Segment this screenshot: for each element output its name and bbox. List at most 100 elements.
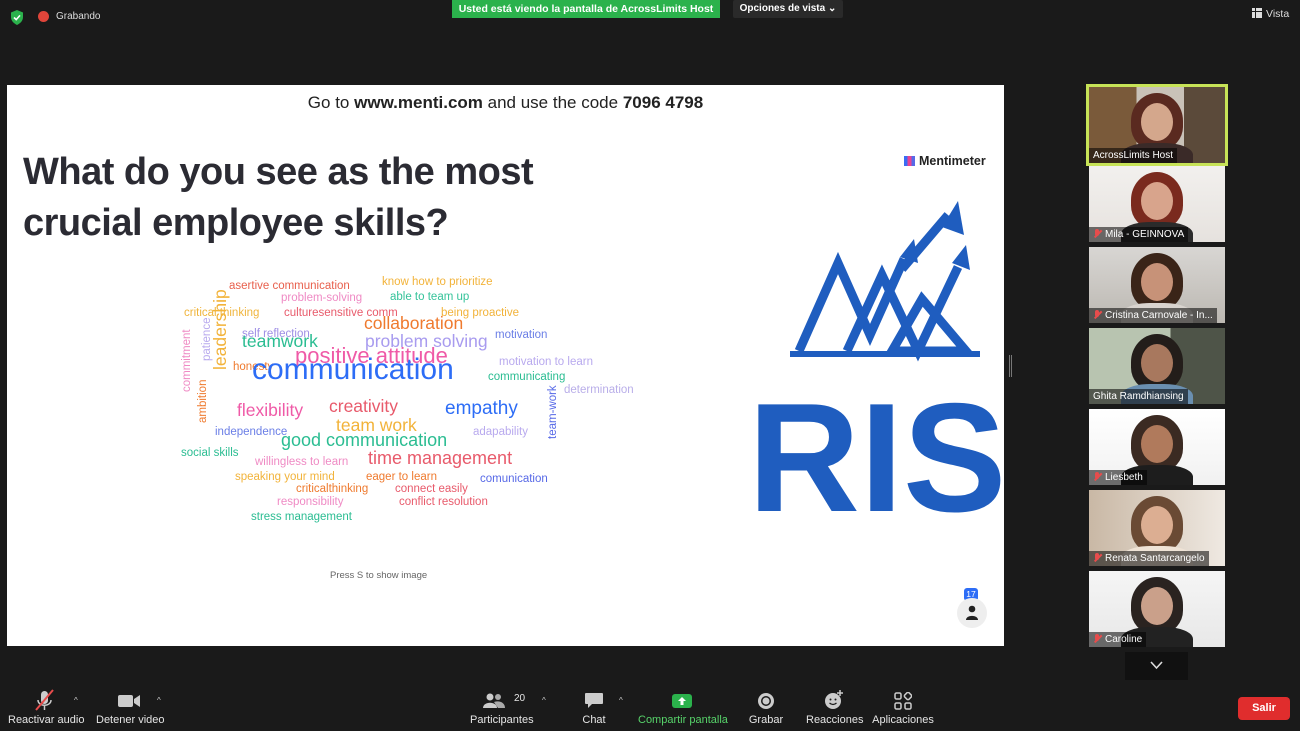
- record-icon: [758, 693, 774, 709]
- participant-tile[interactable]: Ghita Ramdhiansing: [1089, 328, 1225, 404]
- join-code: 7096 4798: [622, 93, 704, 112]
- participants-count: 20: [514, 693, 526, 704]
- participant-face: [1141, 506, 1173, 544]
- video-options-caret[interactable]: ^: [157, 696, 161, 705]
- meeting-toolbar: Reactivar audio ^ Detener video ^ 20 Par…: [0, 684, 1300, 731]
- reactions-icon: [825, 690, 843, 709]
- participant-name: AcrossLimits Host: [1093, 150, 1174, 161]
- word-cloud-word: asertive communication: [229, 279, 350, 292]
- apps-icon: [894, 691, 913, 710]
- word-cloud-word: social skills: [181, 446, 239, 459]
- microphone-muted-icon: [35, 689, 54, 711]
- shared-screen[interactable]: Go to www.menti.com and use the code 709…: [7, 85, 1004, 646]
- participant-tile[interactable]: Caroline: [1089, 571, 1225, 647]
- participant-tile[interactable]: Liesbeth: [1089, 409, 1225, 485]
- chevron-down-icon: ⌄: [827, 3, 837, 14]
- participant-tile[interactable]: Mila - GEINNOVA: [1089, 166, 1225, 242]
- video-camera-icon: [118, 695, 140, 707]
- participant-face: [1141, 182, 1173, 220]
- word-cloud-word: know how to prioritize: [382, 275, 493, 288]
- meeting-top-bar: Grabando Usted está viendo la pantalla d…: [0, 0, 1300, 34]
- view-button[interactable]: Vista: [1252, 8, 1289, 20]
- participant-name-tag: Cristina Carnovale - In...: [1089, 308, 1217, 323]
- word-cloud-word: creativity: [329, 395, 399, 416]
- word-cloud-word: criticalthinking: [296, 482, 369, 495]
- participant-name: Liesbeth: [1105, 472, 1143, 483]
- reactions-button[interactable]: Reacciones: [806, 684, 863, 726]
- record-button[interactable]: Grabar: [746, 684, 786, 726]
- word-cloud-word: communication: [252, 353, 454, 386]
- stop-video-button[interactable]: Detener video: [96, 684, 165, 726]
- scroll-down-button[interactable]: [1125, 652, 1188, 680]
- mentimeter-icon: [904, 156, 915, 166]
- share-screen-button[interactable]: Compartir pantalla: [638, 684, 728, 726]
- word-cloud-word: motivation: [495, 328, 548, 341]
- word-cloud-word: responsibility: [277, 495, 344, 508]
- recording-icon: [38, 11, 49, 22]
- word-cloud-word: determination: [564, 383, 634, 396]
- word-cloud-word: empathy: [445, 398, 518, 419]
- participant-tile[interactable]: Renata Santarcangelo: [1089, 490, 1225, 566]
- viewing-banner: Usted está viendo la pantalla de AcrossL…: [452, 0, 720, 18]
- word-cloud-word: time management: [368, 448, 513, 468]
- microphone-muted-icon: [1093, 553, 1101, 562]
- word-cloud-word: flexibility: [237, 399, 304, 420]
- microphone-muted-icon: [1093, 634, 1101, 643]
- question-line-2: crucial employee skills?: [23, 202, 449, 244]
- word-cloud-word: willingless to learn: [255, 455, 349, 468]
- participant-tile[interactable]: AcrossLimits Host: [1086, 84, 1228, 166]
- share-screen-icon: [672, 694, 692, 708]
- rise-logo-text: RISE: [752, 371, 1004, 515]
- question-title: What do you see as the most crucial empl…: [23, 147, 623, 249]
- share-screen-label: Compartir pantalla: [638, 714, 728, 726]
- word-cloud-word: good communication: [281, 430, 448, 450]
- unmute-button[interactable]: Reactivar audio: [8, 684, 85, 726]
- participant-name-tag: AcrossLimits Host: [1089, 148, 1178, 163]
- apps-button[interactable]: Aplicaciones: [872, 684, 934, 726]
- participant-name-tag: Renata Santarcangelo: [1089, 551, 1209, 566]
- participant-face: [1141, 344, 1173, 382]
- word-cloud-word: commitment: [181, 328, 193, 392]
- word-cloud-word: ambition: [197, 379, 209, 423]
- participant-name: Renata Santarcangelo: [1105, 553, 1205, 564]
- participant-face: [1141, 425, 1173, 463]
- splitter-handle[interactable]: [1009, 355, 1012, 377]
- word-cloud-word: stress management: [251, 510, 352, 523]
- word-cloud-word: motivation to learn: [499, 355, 593, 368]
- word-cloud-word: patience: [201, 317, 213, 361]
- chevron-down-icon: [1150, 661, 1163, 670]
- participant-name: Cristina Carnovale - In...: [1105, 310, 1213, 321]
- microphone-muted-icon: [1093, 310, 1101, 319]
- participants-options-caret[interactable]: ^: [542, 696, 546, 705]
- view-options-label: Opciones de vista: [739, 3, 826, 14]
- stop-video-label: Detener video: [96, 714, 165, 726]
- participant-face: [1141, 103, 1173, 141]
- word-cloud-word: communicating: [488, 370, 566, 383]
- person-icon: [966, 605, 978, 620]
- mentimeter-logo: Mentimeter: [904, 154, 986, 168]
- participants-toolbar-button[interactable]: 20 Participantes: [470, 684, 534, 726]
- participant-name-tag: Caroline: [1089, 632, 1147, 647]
- leave-button[interactable]: Salir: [1238, 697, 1290, 720]
- participant-tile[interactable]: Cristina Carnovale - In...: [1089, 247, 1225, 323]
- word-cloud-word: comunication: [480, 472, 548, 485]
- word-cloud-word: speaking your mind: [235, 470, 335, 483]
- brand-label: Mentimeter: [919, 154, 986, 168]
- join-instructions: Go to www.menti.com and use the code 709…: [7, 93, 1004, 113]
- chat-options-caret[interactable]: ^: [619, 696, 623, 705]
- audio-options-caret[interactable]: ^: [74, 696, 78, 705]
- view-label: Vista: [1266, 8, 1290, 20]
- rise-logo: RISE: [752, 201, 1004, 515]
- join-url: www.menti.com: [354, 93, 483, 112]
- participants-button[interactable]: [957, 598, 987, 628]
- view-options-button[interactable]: Opciones de vista ⌄: [733, 0, 843, 18]
- shield-icon[interactable]: [10, 10, 24, 25]
- recording-label: Grabando: [56, 11, 101, 22]
- chat-button[interactable]: Chat: [576, 684, 612, 726]
- participant-name: Mila - GEINNOVA: [1105, 229, 1185, 240]
- participant-name-tag: Liesbeth: [1089, 470, 1147, 485]
- participant-name-tag: Ghita Ramdhiansing: [1089, 389, 1188, 404]
- chat-icon: [585, 693, 603, 708]
- unmute-label: Reactivar audio: [8, 714, 85, 726]
- participant-name: Ghita Ramdhiansing: [1093, 391, 1184, 402]
